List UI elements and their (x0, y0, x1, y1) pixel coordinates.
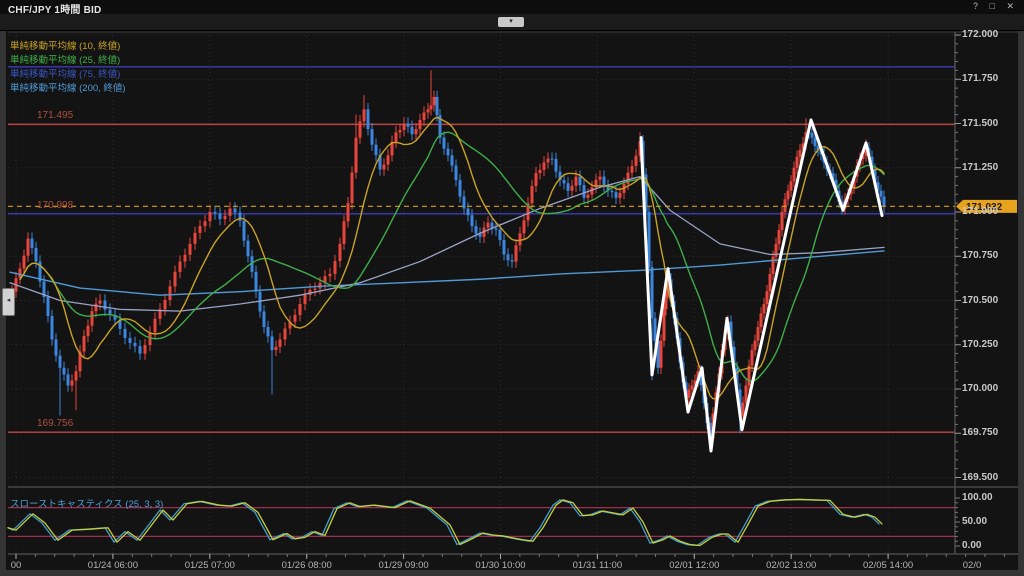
toolbar-collapse-button[interactable]: ▾ (498, 17, 524, 27)
chevron-left-icon: ◂ (7, 297, 11, 304)
chevron-down-icon: ▾ (509, 18, 513, 25)
help-icon[interactable]: ? (973, 1, 978, 11)
title-bar: CHF/JPY 1時間 BID (0, 0, 1024, 14)
panel-collapse-handle[interactable]: ◂ (2, 288, 15, 316)
maximize-icon[interactable]: □ (990, 1, 995, 11)
chart-canvas[interactable] (6, 30, 1018, 570)
app-window: CHF/JPY 1時間 BID ? □ ✕ ▾ ◂ 171.032 単純移動平均… (0, 0, 1024, 576)
close-icon[interactable]: ✕ (1006, 1, 1014, 11)
window-controls: ? □ ✕ (964, 1, 1014, 12)
